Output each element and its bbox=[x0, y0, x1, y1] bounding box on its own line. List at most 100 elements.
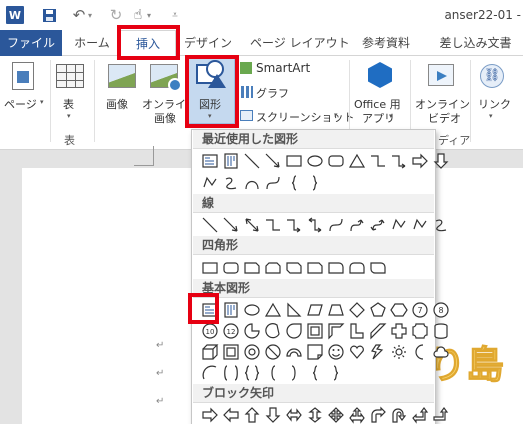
shape-curved-icon[interactable] bbox=[368, 215, 388, 235]
shape-arcOnly-icon[interactable] bbox=[200, 363, 220, 383]
shape-arc-icon[interactable] bbox=[242, 173, 262, 193]
online-picture-label-2[interactable]: 画像 bbox=[154, 110, 176, 126]
pages-dropdown-icon[interactable]: ▾ bbox=[40, 98, 44, 106]
tab-home[interactable]: ホーム bbox=[70, 30, 114, 56]
shape-scribble-icon[interactable] bbox=[431, 215, 451, 235]
shape-line-icon[interactable] bbox=[242, 151, 262, 171]
smartart-button-label[interactable]: SmartArt bbox=[256, 61, 310, 75]
shape-rbrace-icon[interactable] bbox=[305, 173, 325, 193]
shape-rarrow-icon[interactable] bbox=[200, 405, 220, 424]
shape-pent-icon[interactable] bbox=[368, 300, 388, 320]
shape-vtext-icon[interactable] bbox=[221, 300, 241, 320]
shape-lshape-icon[interactable] bbox=[347, 321, 367, 341]
tab-page-layout[interactable]: ページ レイアウト bbox=[250, 30, 350, 56]
shape-darrowB-icon[interactable] bbox=[431, 151, 451, 171]
shape-lbrace-icon[interactable] bbox=[305, 363, 325, 383]
shape-bevel-icon[interactable] bbox=[221, 342, 241, 362]
office-apps-icon[interactable] bbox=[368, 62, 392, 88]
shape-rect-icon[interactable] bbox=[284, 151, 304, 171]
shape-lbracket-icon[interactable] bbox=[263, 363, 283, 383]
shape-line-icon[interactable] bbox=[200, 215, 220, 235]
shape-elbowa-icon[interactable] bbox=[389, 151, 409, 171]
online-video-icon[interactable] bbox=[428, 64, 454, 86]
shape-noSym-icon[interactable] bbox=[263, 342, 283, 362]
pages-button-label[interactable]: ページ bbox=[4, 96, 37, 112]
shape-dodec-icon[interactable]: 12 bbox=[221, 321, 241, 341]
shape-textbox-icon[interactable] bbox=[200, 300, 220, 320]
shape-rbracket-icon[interactable] bbox=[284, 363, 304, 383]
shape-uturn-icon[interactable] bbox=[389, 405, 409, 424]
shape-smiley-icon[interactable] bbox=[326, 342, 346, 362]
shape-bentup-icon[interactable] bbox=[431, 405, 451, 424]
shape-lrarrow-icon[interactable] bbox=[284, 405, 304, 424]
shape-sniprr-icon[interactable] bbox=[305, 258, 325, 278]
link-dropdown-icon[interactable]: ▾ bbox=[489, 112, 493, 120]
shape-moon-icon[interactable] bbox=[410, 342, 430, 362]
customize-qat-icon[interactable]: ⩡ bbox=[166, 6, 184, 24]
shape-snipd-icon[interactable] bbox=[284, 258, 304, 278]
shape-elbowd-icon[interactable] bbox=[305, 215, 325, 235]
shape-halfframe-icon[interactable] bbox=[326, 321, 346, 341]
shape-diamond-icon[interactable] bbox=[347, 300, 367, 320]
shape-freeform-icon[interactable] bbox=[410, 215, 430, 235]
shape-dec-icon[interactable]: 10 bbox=[200, 321, 220, 341]
shape-darrowB-icon[interactable] bbox=[263, 405, 283, 424]
picture-icon[interactable] bbox=[108, 64, 136, 88]
shape-lru-icon[interactable] bbox=[347, 405, 367, 424]
shape-rrect-icon[interactable] bbox=[326, 151, 346, 171]
shape-rbrace-icon[interactable] bbox=[326, 363, 346, 383]
screenshot-button-label[interactable]: スクリーンショット bbox=[256, 109, 354, 125]
shape-scribble-icon[interactable] bbox=[221, 173, 241, 193]
pages-icon[interactable] bbox=[12, 62, 34, 90]
tab-file[interactable]: ファイル bbox=[0, 30, 62, 56]
shape-elbowa-icon[interactable] bbox=[284, 215, 304, 235]
office-apps-dropdown-icon[interactable]: ▾ bbox=[389, 112, 393, 120]
shape-textbox-icon[interactable] bbox=[200, 151, 220, 171]
shape-uarrow-icon[interactable] bbox=[242, 405, 262, 424]
touch-mode-dropdown-icon[interactable]: ▾ bbox=[145, 6, 153, 24]
chart-icon[interactable] bbox=[241, 86, 253, 98]
shape-arrow-icon[interactable] bbox=[221, 215, 241, 235]
shape-plaque-icon[interactable] bbox=[410, 321, 430, 341]
shape-lbrace-icon[interactable] bbox=[284, 173, 304, 193]
shape-curve-icon[interactable] bbox=[326, 215, 346, 235]
shapes-button-label[interactable]: 図形 bbox=[199, 96, 221, 112]
shape-donut-icon[interactable] bbox=[242, 342, 262, 362]
shape-quad-icon[interactable] bbox=[326, 405, 346, 424]
shape-cross-icon[interactable] bbox=[389, 321, 409, 341]
save-icon[interactable] bbox=[40, 6, 58, 24]
shape-bolt-icon[interactable] bbox=[368, 342, 388, 362]
shape-freeform-icon[interactable] bbox=[389, 215, 409, 235]
shape-oval-icon[interactable] bbox=[242, 300, 262, 320]
shape-para-icon[interactable] bbox=[305, 300, 325, 320]
shape-cloud-icon[interactable] bbox=[431, 342, 451, 362]
shape-chord-icon[interactable] bbox=[263, 321, 283, 341]
shape-pie-icon[interactable] bbox=[242, 321, 262, 341]
shape-frame-icon[interactable] bbox=[305, 321, 325, 341]
shape-rect-icon[interactable] bbox=[200, 258, 220, 278]
shape-snip2-icon[interactable] bbox=[263, 258, 283, 278]
shape-rarrow-icon[interactable] bbox=[410, 151, 430, 171]
shape-num7-icon[interactable]: 7 bbox=[410, 300, 430, 320]
shape-rrect-icon[interactable] bbox=[221, 258, 241, 278]
shape-trap-icon[interactable] bbox=[326, 300, 346, 320]
shape-bracepair-icon[interactable] bbox=[242, 363, 262, 383]
shape-tear-icon[interactable] bbox=[284, 321, 304, 341]
shape-diagstripe-icon[interactable] bbox=[368, 321, 388, 341]
shape-freeform-icon[interactable] bbox=[200, 173, 220, 193]
table-icon[interactable] bbox=[56, 64, 84, 88]
shape-round1-icon[interactable] bbox=[326, 258, 346, 278]
shape-folded-icon[interactable] bbox=[305, 342, 325, 362]
screenshot-dropdown-icon[interactable]: ▾ bbox=[334, 111, 338, 119]
shape-sun-icon[interactable] bbox=[389, 342, 409, 362]
online-video-label-2[interactable]: ビデオ bbox=[428, 110, 461, 126]
shape-hex-icon[interactable] bbox=[389, 300, 409, 320]
shape-lup-icon[interactable] bbox=[410, 405, 430, 424]
shape-curvea-icon[interactable] bbox=[347, 215, 367, 235]
shape-bent-icon[interactable] bbox=[368, 405, 388, 424]
tab-insert[interactable]: 挿入 bbox=[120, 30, 176, 57]
shape-cube-icon[interactable] bbox=[200, 342, 220, 362]
tab-design[interactable]: デザイン bbox=[183, 30, 233, 56]
shape-tri-icon[interactable] bbox=[347, 151, 367, 171]
shape-darrow-icon[interactable] bbox=[242, 215, 262, 235]
